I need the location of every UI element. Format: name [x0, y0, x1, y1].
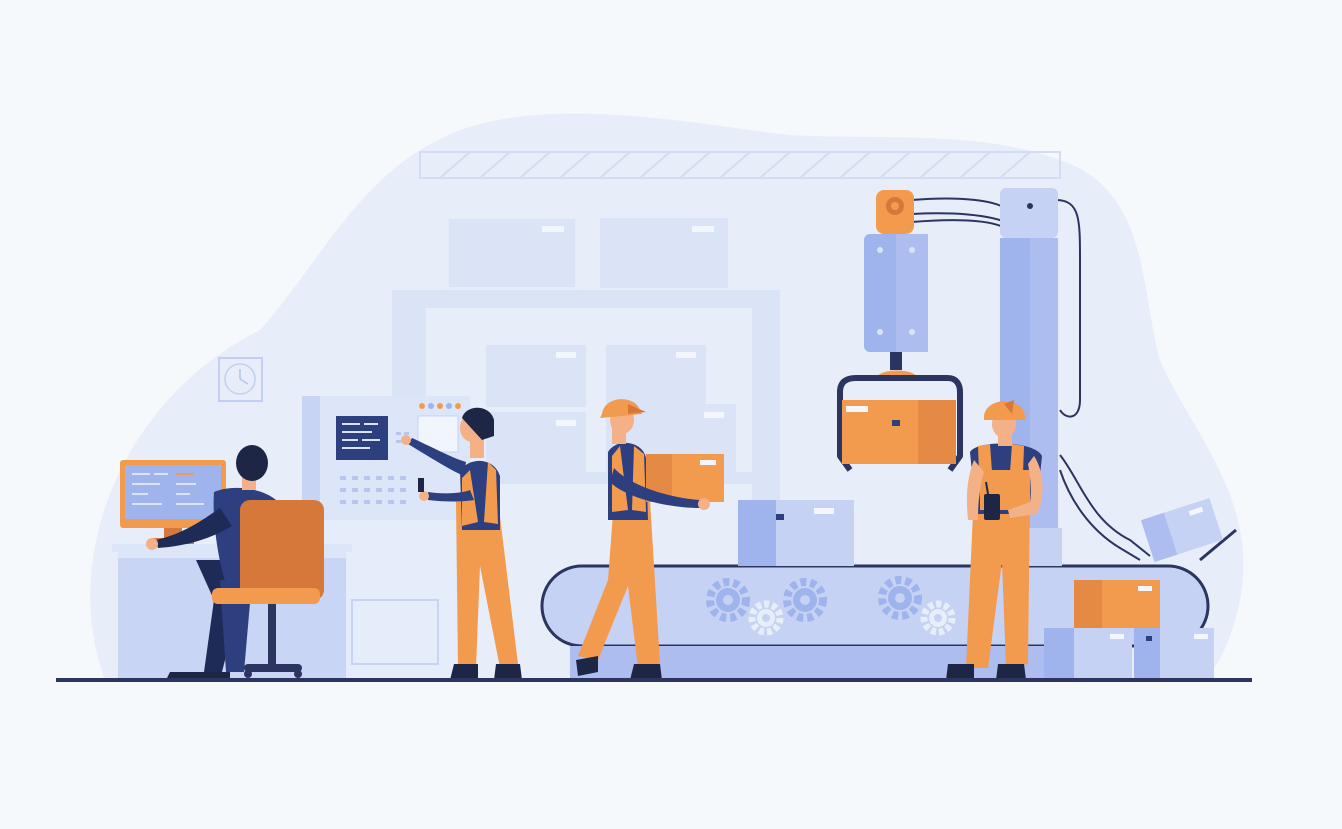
panel-screen: [336, 416, 388, 460]
factory-illustration: [56, 113, 1252, 682]
box-in-robot-claw: [842, 400, 956, 464]
box-on-conveyor: [738, 500, 854, 566]
floor-line: [56, 678, 1252, 682]
